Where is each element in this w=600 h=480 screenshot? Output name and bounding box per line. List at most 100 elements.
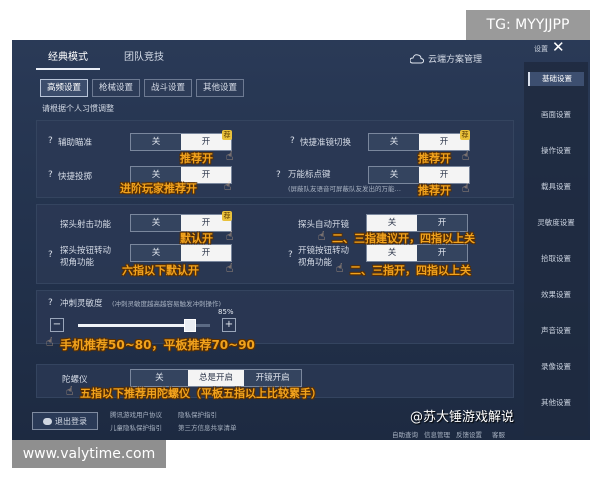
gyro-option-on: 开启: [216, 373, 234, 383]
pointing-hand-icon: ☝: [462, 181, 470, 195]
help-icon: ?: [48, 170, 53, 180]
right-menu-item[interactable]: 录像设置: [528, 360, 584, 374]
gyro-option-off[interactable]: 关: [131, 370, 188, 386]
footer-link-privacy-guide[interactable]: 隐私保护指引: [178, 409, 217, 419]
right-menu-item[interactable]: 基础设置: [528, 72, 584, 86]
pointing-hand-icon: ☝: [226, 149, 234, 163]
recommend-badge-icon: 荐: [222, 211, 232, 221]
gyro-option-prefix: 总是: [198, 373, 216, 383]
pointing-hand-icon: ☝: [226, 261, 234, 275]
chat-icon: [43, 417, 52, 425]
toggle-off[interactable]: 关: [131, 245, 181, 261]
gyro-option-scope-on[interactable]: 开镜开启: [244, 370, 302, 386]
footer-feedback[interactable]: 反馈设置: [456, 429, 482, 439]
sensitivity-value: 85%: [218, 308, 234, 316]
right-menu: 基础设置画面设置操作设置载具设置灵敏度设置拾取设置效果设置声音设置录像设置其他设…: [524, 62, 588, 436]
logout-button[interactable]: 退出登录: [32, 412, 98, 430]
aim-assist-label: 辅助瞄准: [58, 138, 93, 148]
pointing-hand-icon: ☝: [224, 179, 232, 193]
gyro-option-always-on[interactable]: 总是开启: [187, 370, 245, 386]
pointing-hand-icon: ☝: [66, 384, 74, 398]
close-icon[interactable]: ✕: [552, 40, 565, 56]
sensitivity-slider-fill: [78, 324, 191, 327]
pointing-hand-icon: ☝: [46, 335, 54, 349]
quick-scope-switch-label: 快捷准镜切换: [300, 138, 352, 148]
toggle-off[interactable]: 关: [369, 167, 419, 183]
toggle-off[interactable]: 关: [367, 215, 417, 231]
quick-scope-switch-toggle[interactable]: 关 开: [368, 133, 470, 151]
game-settings-screen: 经典模式 团队竞技 云端方案管理 设置 ✕ 高频设置 枪械设置 战斗设置 其他设…: [12, 40, 590, 440]
toggle-off[interactable]: 关: [369, 134, 419, 150]
cloud-plan-button[interactable]: 云端方案管理: [410, 52, 482, 65]
help-icon: ?: [48, 298, 53, 308]
recommend-badge-icon: 荐: [460, 130, 470, 140]
settings-title-text: 设置: [534, 45, 548, 53]
toggle-off[interactable]: 关: [131, 134, 181, 150]
universal-marker-note: (屏蔽队友语音可屏蔽队友发出的万能…: [288, 185, 402, 193]
aim-assist-toggle[interactable]: 关 开: [130, 133, 232, 151]
subtab-combat[interactable]: 战斗设置: [144, 79, 192, 97]
right-menu-item[interactable]: 其他设置: [528, 396, 584, 410]
peek-button-rotate-toggle[interactable]: 关 开: [130, 244, 232, 262]
pointing-hand-icon: ☝: [462, 149, 470, 163]
right-menu-item[interactable]: 拾取设置: [528, 252, 584, 266]
annotation-peek-fire: 默认开: [180, 232, 213, 245]
subtab-weapon[interactable]: 枪械设置: [92, 79, 140, 97]
logout-label: 退出登录: [55, 416, 87, 426]
pointing-hand-icon: ☝: [318, 229, 326, 243]
sensitivity-slider[interactable]: [78, 319, 210, 332]
right-menu-item[interactable]: 画面设置: [528, 108, 584, 122]
annotation-universal-marker: 推荐开: [418, 184, 451, 197]
right-menu-item[interactable]: 灵敏度设置: [528, 216, 584, 230]
right-menu-item[interactable]: 声音设置: [528, 324, 584, 338]
sensitivity-decrease-button[interactable]: −: [50, 318, 64, 332]
peek-fire-label: 探头射击功能: [60, 220, 112, 230]
annotation-quick-throw: 进阶玩家推荐开: [120, 182, 197, 195]
cloud-plan-label: 云端方案管理: [428, 55, 483, 65]
help-icon: ?: [276, 170, 281, 180]
tab-team-deathmatch[interactable]: 团队竞技: [112, 48, 176, 68]
annotation-peek-button: 六指以下默认开: [122, 264, 199, 277]
footer-info-manage[interactable]: 信息管理: [424, 429, 450, 439]
toggle-off[interactable]: 关: [131, 215, 181, 231]
pointing-hand-icon: ☝: [226, 229, 234, 243]
universal-marker-label: 万能标点键: [288, 170, 331, 180]
recommend-badge-icon: 荐: [222, 130, 232, 140]
right-menu-item[interactable]: 效果设置: [528, 288, 584, 302]
footer-link-third-party[interactable]: 第三方信息共享清单: [178, 422, 237, 432]
watermark-bottom: www.valytime.com: [12, 440, 166, 468]
peek-button-rotate-label-2: 视角功能: [60, 258, 95, 268]
toggle-off[interactable]: 关: [367, 245, 417, 261]
subtab-high-frequency[interactable]: 高频设置: [40, 79, 88, 97]
tab-active-underline: [36, 68, 100, 70]
scope-button-rotate-label-2: 视角功能: [298, 258, 333, 268]
right-menu-item[interactable]: 操作设置: [528, 144, 584, 158]
footer-self-service[interactable]: 自助查询: [392, 429, 418, 439]
help-icon: ?: [288, 250, 293, 260]
help-icon: ?: [48, 250, 53, 260]
annotation-scope-button: 二、三指开，四指以上关: [350, 264, 471, 277]
annotation-gyroscope: 五指以下推荐用陀螺仪（平板五指以上比较累手）: [80, 387, 322, 400]
scope-button-rotate-toggle[interactable]: 关 开: [366, 244, 468, 262]
footer-link-child-privacy[interactable]: 儿童隐私保护指引: [110, 422, 162, 432]
sensitivity-slider-thumb[interactable]: [184, 319, 197, 332]
subtab-other[interactable]: 其他设置: [196, 79, 244, 97]
screenshot: { "watermark_top": "TG: MYYJJPP", "water…: [0, 0, 600, 480]
right-menu-item[interactable]: 载具设置: [528, 180, 584, 194]
sensitivity-increase-button[interactable]: +: [222, 318, 236, 332]
annotation-peek-auto-scope: 二、三指建议开，四指以上关: [332, 232, 475, 245]
footer-link-user-agreement[interactable]: 腾讯游戏用户协议: [110, 409, 162, 419]
footer-customer-service[interactable]: 客服: [492, 429, 505, 439]
pointing-hand-icon: ☝: [336, 261, 344, 275]
help-icon: ?: [48, 136, 53, 146]
annotation-aim-assist: 推荐开: [180, 152, 213, 165]
toggle-on[interactable]: 开: [417, 215, 467, 231]
tab-classic-mode[interactable]: 经典模式: [36, 48, 100, 68]
quick-throw-label: 快捷投掷: [58, 172, 93, 182]
watermark-author: @苏大锤游戏解说: [410, 410, 515, 425]
annotation-sensitivity: 手机推荐50~80，平板推荐70~90: [60, 338, 255, 352]
help-icon: ?: [290, 136, 295, 146]
watermark-top: TG: MYYJJPP: [466, 10, 590, 40]
toggle-on[interactable]: 开: [181, 245, 231, 261]
toggle-on[interactable]: 开: [417, 245, 467, 261]
